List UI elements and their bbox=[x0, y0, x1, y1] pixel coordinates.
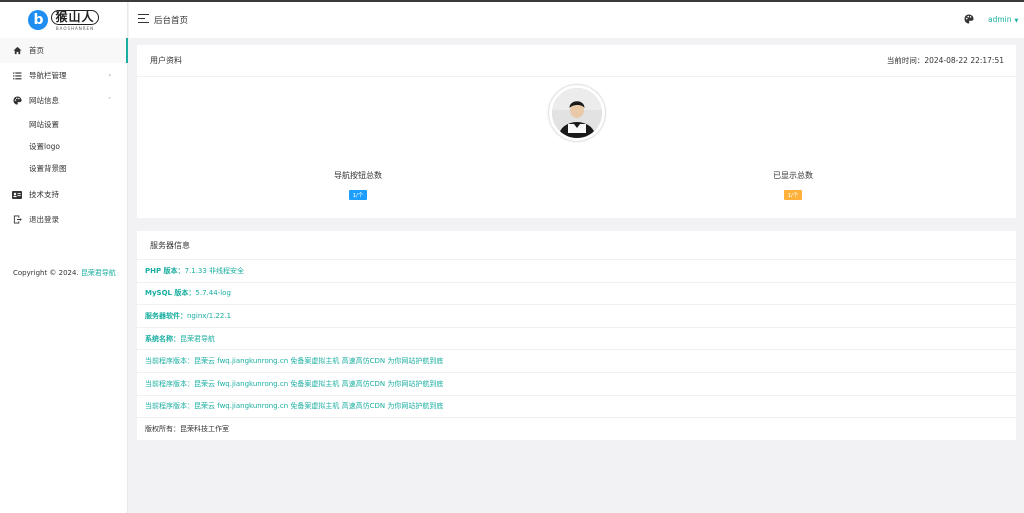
sidebar-subitem-set-logo[interactable]: 设置logo bbox=[0, 135, 127, 157]
sidebar-subitem-set-background[interactable]: 设置背景图 bbox=[0, 157, 127, 179]
logo-mark: b bbox=[28, 10, 49, 30]
row-value: 昆荣科技工作室 bbox=[180, 425, 229, 434]
row-value: 昆荣云 fwq.jiangkunrong.cn 免备案虚拟主机 高速高仿CDN … bbox=[194, 402, 444, 411]
sidebar-item-label: 首页 bbox=[29, 46, 44, 55]
row-value: 昆荣君导航 bbox=[180, 334, 215, 343]
server-info-list: PHP 版本： 7.1.33 非线程安全 MySQL 版本： 5.7.44-log … bbox=[137, 260, 1016, 441]
copyright-brand-link[interactable]: 昆荣君导航 bbox=[81, 269, 116, 277]
user-menu[interactable]: admin ▼ bbox=[988, 15, 1018, 24]
list-item: 服务器软件： nginx/1.22.1 bbox=[137, 305, 1016, 328]
stat-label: 导航按钮总数 bbox=[334, 171, 382, 180]
sidebar-item-nav-management[interactable]: 导航栏管理 › bbox=[0, 63, 127, 88]
caret-down-icon: ▼ bbox=[1014, 18, 1019, 24]
sidebar-item-label: 网站信息 bbox=[29, 96, 59, 105]
palette-icon bbox=[11, 95, 23, 107]
row-key: 当前程序版本： bbox=[145, 379, 194, 388]
chevron-right-icon: › bbox=[108, 72, 111, 79]
card-title: 服务器信息 bbox=[137, 231, 1016, 260]
copyright: Copyright © 2024. 昆荣君导航 bbox=[13, 268, 116, 278]
chevron-down-icon: ˅ bbox=[108, 97, 111, 104]
row-key: 系统名称： bbox=[145, 334, 180, 343]
copyright-text: Copyright © 2024. bbox=[13, 269, 79, 277]
stat-displayed: 已显示总数 1/个 bbox=[753, 170, 833, 200]
list-icon bbox=[11, 70, 23, 82]
list-item: PHP 版本： 7.1.33 非线程安全 bbox=[137, 260, 1016, 283]
page-title: 后台首页 bbox=[154, 16, 189, 26]
top-header: 后台首页 admin ▼ bbox=[129, 2, 1024, 38]
time-label: 当前时间： bbox=[886, 56, 925, 65]
row-key: 当前程序版本： bbox=[145, 357, 194, 366]
list-item: 当前程序版本： 昆荣云 fwq.jiangkunrong.cn 免备案虚拟主机 高… bbox=[137, 396, 1016, 419]
sidebar-subitem-site-settings[interactable]: 网站设置 bbox=[0, 113, 127, 135]
list-item: 系统名称： 昆荣君导航 bbox=[137, 328, 1016, 351]
stat-nav-buttons: 导航按钮总数 1/个 bbox=[318, 170, 398, 200]
current-time: 当前时间：2024-08-22 22:17:51 bbox=[887, 55, 1004, 66]
sidebar-item-home[interactable]: 首页 bbox=[0, 38, 128, 63]
card-title: 用户资料 bbox=[137, 45, 1016, 77]
row-key: PHP 版本： bbox=[145, 266, 185, 275]
list-item: 当前程序版本： 昆荣云 fwq.jiangkunrong.cn 免备案虚拟主机 高… bbox=[137, 350, 1016, 373]
home-icon bbox=[11, 45, 23, 57]
logout-icon bbox=[11, 214, 23, 226]
row-key: 服务器软件： bbox=[145, 311, 187, 320]
row-value: 5.7.44-log bbox=[195, 289, 231, 298]
stat-badge: 1/个 bbox=[783, 190, 803, 200]
list-item: 当前程序版本： 昆荣云 fwq.jiangkunrong.cn 免备案虚拟主机 高… bbox=[137, 373, 1016, 396]
row-key: MySQL 版本： bbox=[145, 289, 196, 298]
logo-chinese-text: 猴山人 bbox=[51, 9, 99, 25]
stat-label: 已显示总数 bbox=[773, 171, 813, 180]
menu-toggle-icon[interactable] bbox=[138, 14, 149, 24]
theme-palette-icon[interactable] bbox=[964, 14, 974, 24]
logo-english-text: BAOSHANREN bbox=[55, 25, 95, 31]
stat-badge: 1/个 bbox=[348, 190, 368, 200]
sidebar-item-label: 导航栏管理 bbox=[29, 71, 67, 80]
sidebar-nav: 首页 导航栏管理 › 网站信息 ˅ 网站设置 设置logo 设置背景图 技术支持 bbox=[0, 38, 128, 232]
logo-text: 猴山人 BAOSHANREN bbox=[51, 9, 99, 31]
time-value: 2024-08-22 22:17:51 bbox=[924, 56, 1004, 65]
sidebar-item-label: 技术支持 bbox=[29, 190, 59, 199]
row-key: 版权所有： bbox=[145, 425, 180, 434]
sidebar-item-site-info[interactable]: 网站信息 ˅ bbox=[0, 88, 127, 113]
user-profile-card: 用户资料 当前时间：2024-08-22 22:17:51 导航按钮总数 1/个… bbox=[137, 45, 1016, 218]
server-info-card: 服务器信息 PHP 版本： 7.1.33 非线程安全 MySQL 版本： 5.7.4… bbox=[137, 231, 1016, 440]
row-value: 昆荣云 fwq.jiangkunrong.cn 免备案虚拟主机 高速高仿CDN … bbox=[194, 379, 444, 388]
id-card-icon bbox=[11, 189, 23, 201]
avatar bbox=[549, 85, 605, 141]
row-value: nginx/1.22.1 bbox=[187, 311, 232, 320]
row-value: 昆荣云 fwq.jiangkunrong.cn 免备案虚拟主机 高速高仿CDN … bbox=[194, 357, 444, 366]
sidebar: b 猴山人 BAOSHANREN 首页 导航栏管理 › 网站信息 ˅ 网站设置 … bbox=[0, 2, 128, 513]
logo[interactable]: b 猴山人 BAOSHANREN bbox=[0, 2, 127, 38]
row-value: 7.1.33 非线程安全 bbox=[184, 266, 245, 275]
sidebar-item-logout[interactable]: 退出登录 bbox=[0, 207, 127, 232]
sidebar-item-label: 退出登录 bbox=[29, 215, 59, 224]
row-key: 当前程序版本： bbox=[145, 402, 194, 411]
user-name: admin bbox=[988, 15, 1012, 24]
list-item: 版权所有： 昆荣科技工作室 bbox=[137, 418, 1016, 441]
list-item: MySQL 版本： 5.7.44-log bbox=[137, 283, 1016, 306]
sidebar-item-tech-support[interactable]: 技术支持 bbox=[0, 182, 127, 207]
